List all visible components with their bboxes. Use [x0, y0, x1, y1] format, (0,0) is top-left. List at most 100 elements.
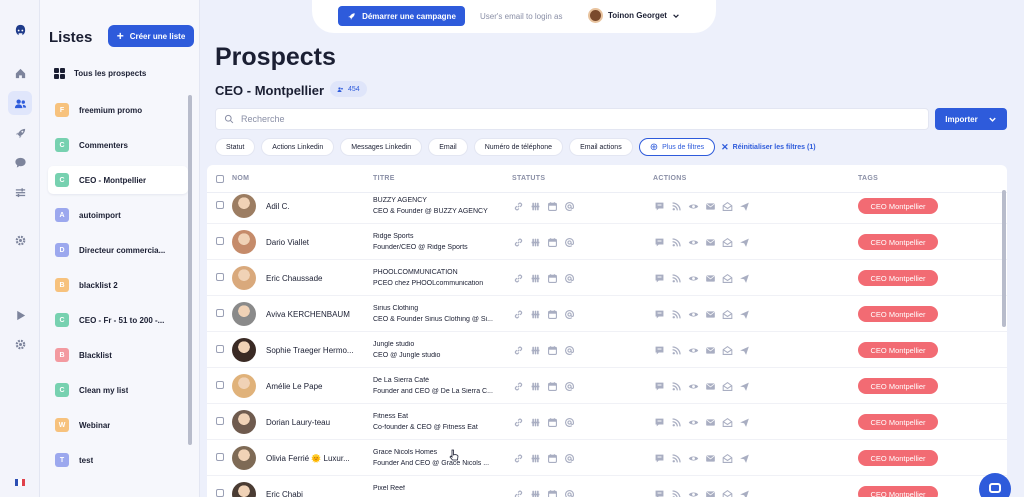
at-icon[interactable]	[563, 236, 575, 248]
send-icon[interactable]	[738, 200, 750, 212]
list-item[interactable]: D Directeur commercia...	[48, 236, 188, 264]
link-icon[interactable]	[512, 452, 524, 464]
reset-filters-button[interactable]: ✕ Réinitialiser les filtres (1)	[721, 142, 815, 153]
settings-icon[interactable]	[8, 228, 32, 252]
eye-icon[interactable]	[687, 488, 699, 497]
column-header-tags[interactable]: TAGS	[858, 175, 878, 182]
avatar[interactable]	[232, 302, 256, 326]
at-icon[interactable]	[563, 200, 575, 212]
lists-scrollbar[interactable]	[188, 95, 192, 445]
linkedin-action-icon[interactable]	[529, 488, 541, 497]
message-icon[interactable]	[653, 452, 665, 464]
row-checkbox[interactable]	[216, 309, 224, 317]
link-icon[interactable]	[512, 344, 524, 356]
row-checkbox[interactable]	[216, 273, 224, 281]
calendar-icon[interactable]	[546, 488, 558, 497]
rss-icon[interactable]	[670, 488, 682, 497]
calendar-icon[interactable]	[546, 272, 558, 284]
chat-support-button[interactable]	[979, 473, 1011, 497]
table-row[interactable]: Adil C. BUZZY AGENCY CEO & Founder @ BUZZY…	[207, 188, 1007, 224]
open-mail-icon[interactable]	[721, 344, 733, 356]
open-mail-icon[interactable]	[721, 272, 733, 284]
eye-icon[interactable]	[687, 380, 699, 392]
row-checkbox[interactable]	[216, 381, 224, 389]
user-menu[interactable]: Toinon Georget	[588, 8, 680, 23]
list-item[interactable]: C Clean my list	[48, 376, 188, 404]
calendar-icon[interactable]	[546, 380, 558, 392]
rss-icon[interactable]	[670, 308, 682, 320]
eye-icon[interactable]	[687, 200, 699, 212]
message-icon[interactable]	[653, 200, 665, 212]
table-row[interactable]: Amélie Le Pape De La Sierra Café Founder a…	[207, 368, 1007, 404]
rss-icon[interactable]	[670, 236, 682, 248]
row-checkbox[interactable]	[216, 237, 224, 245]
send-icon[interactable]	[738, 236, 750, 248]
avatar[interactable]	[232, 410, 256, 434]
users-icon[interactable]	[8, 91, 32, 115]
prospect-name[interactable]: Eric Chabi	[266, 490, 361, 497]
mail-icon[interactable]	[704, 272, 716, 284]
table-row[interactable]: Dorian Laury-teau Fitness Eat Co-founder &…	[207, 404, 1007, 440]
filter-linkedin-messages[interactable]: Messages Linkedin	[340, 138, 423, 156]
send-icon[interactable]	[738, 488, 750, 497]
table-row[interactable]: Aviva KERCHENBAUM Sirius Clothing CEO & Fo…	[207, 296, 1007, 332]
rss-icon[interactable]	[670, 380, 682, 392]
tag-badge[interactable]: CEO Montpellier	[858, 342, 938, 358]
create-list-button[interactable]: + Créer une liste	[108, 25, 194, 47]
message-icon[interactable]	[653, 308, 665, 320]
mail-icon[interactable]	[704, 344, 716, 356]
play-icon[interactable]	[8, 303, 32, 327]
settings-icon[interactable]	[8, 332, 32, 356]
at-icon[interactable]	[563, 308, 575, 320]
rocket-icon[interactable]	[8, 121, 32, 145]
start-campaign-button[interactable]: Démarrer une campagne	[338, 6, 465, 26]
mail-icon[interactable]	[704, 488, 716, 497]
tag-badge[interactable]: CEO Montpellier	[858, 486, 938, 497]
import-button[interactable]: Importer	[935, 108, 1007, 130]
link-icon[interactable]	[512, 488, 524, 497]
row-checkbox[interactable]	[216, 417, 224, 425]
mail-icon[interactable]	[704, 416, 716, 428]
rss-icon[interactable]	[670, 344, 682, 356]
eye-icon[interactable]	[687, 452, 699, 464]
mail-icon[interactable]	[704, 236, 716, 248]
list-item[interactable]: Ttest	[48, 446, 188, 474]
list-item[interactable]: Bblacklist 2	[48, 271, 188, 299]
at-icon[interactable]	[563, 488, 575, 497]
tag-badge[interactable]: CEO Montpellier	[858, 306, 938, 322]
avatar[interactable]	[232, 266, 256, 290]
at-icon[interactable]	[563, 272, 575, 284]
link-icon[interactable]	[512, 272, 524, 284]
avatar[interactable]	[232, 194, 256, 218]
filter-email-actions[interactable]: Email actions	[569, 138, 633, 156]
row-checkbox[interactable]	[216, 489, 224, 497]
message-icon[interactable]	[653, 416, 665, 428]
logo-icon[interactable]	[8, 18, 32, 42]
select-all-checkbox[interactable]	[216, 175, 224, 183]
eye-icon[interactable]	[687, 344, 699, 356]
at-icon[interactable]	[563, 416, 575, 428]
column-header-actions[interactable]: ACTIONS	[653, 175, 687, 182]
calendar-icon[interactable]	[546, 236, 558, 248]
tag-badge[interactable]: CEO Montpellier	[858, 234, 938, 250]
column-header-status[interactable]: STATUTS	[512, 175, 545, 182]
table-row[interactable]: Sophie Traeger Hermo... Jungle studio CEO …	[207, 332, 1007, 368]
table-row[interactable]: Eric Chaussade PHOOLCOMMUNICATION PCEO che…	[207, 260, 1007, 296]
linkedin-action-icon[interactable]	[529, 416, 541, 428]
at-icon[interactable]	[563, 380, 575, 392]
message-icon[interactable]	[653, 272, 665, 284]
eye-icon[interactable]	[687, 416, 699, 428]
column-header-name[interactable]: NOM	[232, 175, 249, 182]
row-checkbox[interactable]	[216, 201, 224, 209]
tag-badge[interactable]: CEO Montpellier	[858, 270, 938, 286]
calendar-icon[interactable]	[546, 416, 558, 428]
linkedin-action-icon[interactable]	[529, 452, 541, 464]
send-icon[interactable]	[738, 272, 750, 284]
list-item[interactable]: C CEO - Fr - 51 to 200 -...	[48, 306, 188, 334]
home-icon[interactable]	[8, 61, 32, 85]
open-mail-icon[interactable]	[721, 200, 733, 212]
tag-badge[interactable]: CEO Montpellier	[858, 378, 938, 394]
send-icon[interactable]	[738, 452, 750, 464]
linkedin-action-icon[interactable]	[529, 344, 541, 356]
list-item[interactable]: Aautoimport	[48, 201, 188, 229]
